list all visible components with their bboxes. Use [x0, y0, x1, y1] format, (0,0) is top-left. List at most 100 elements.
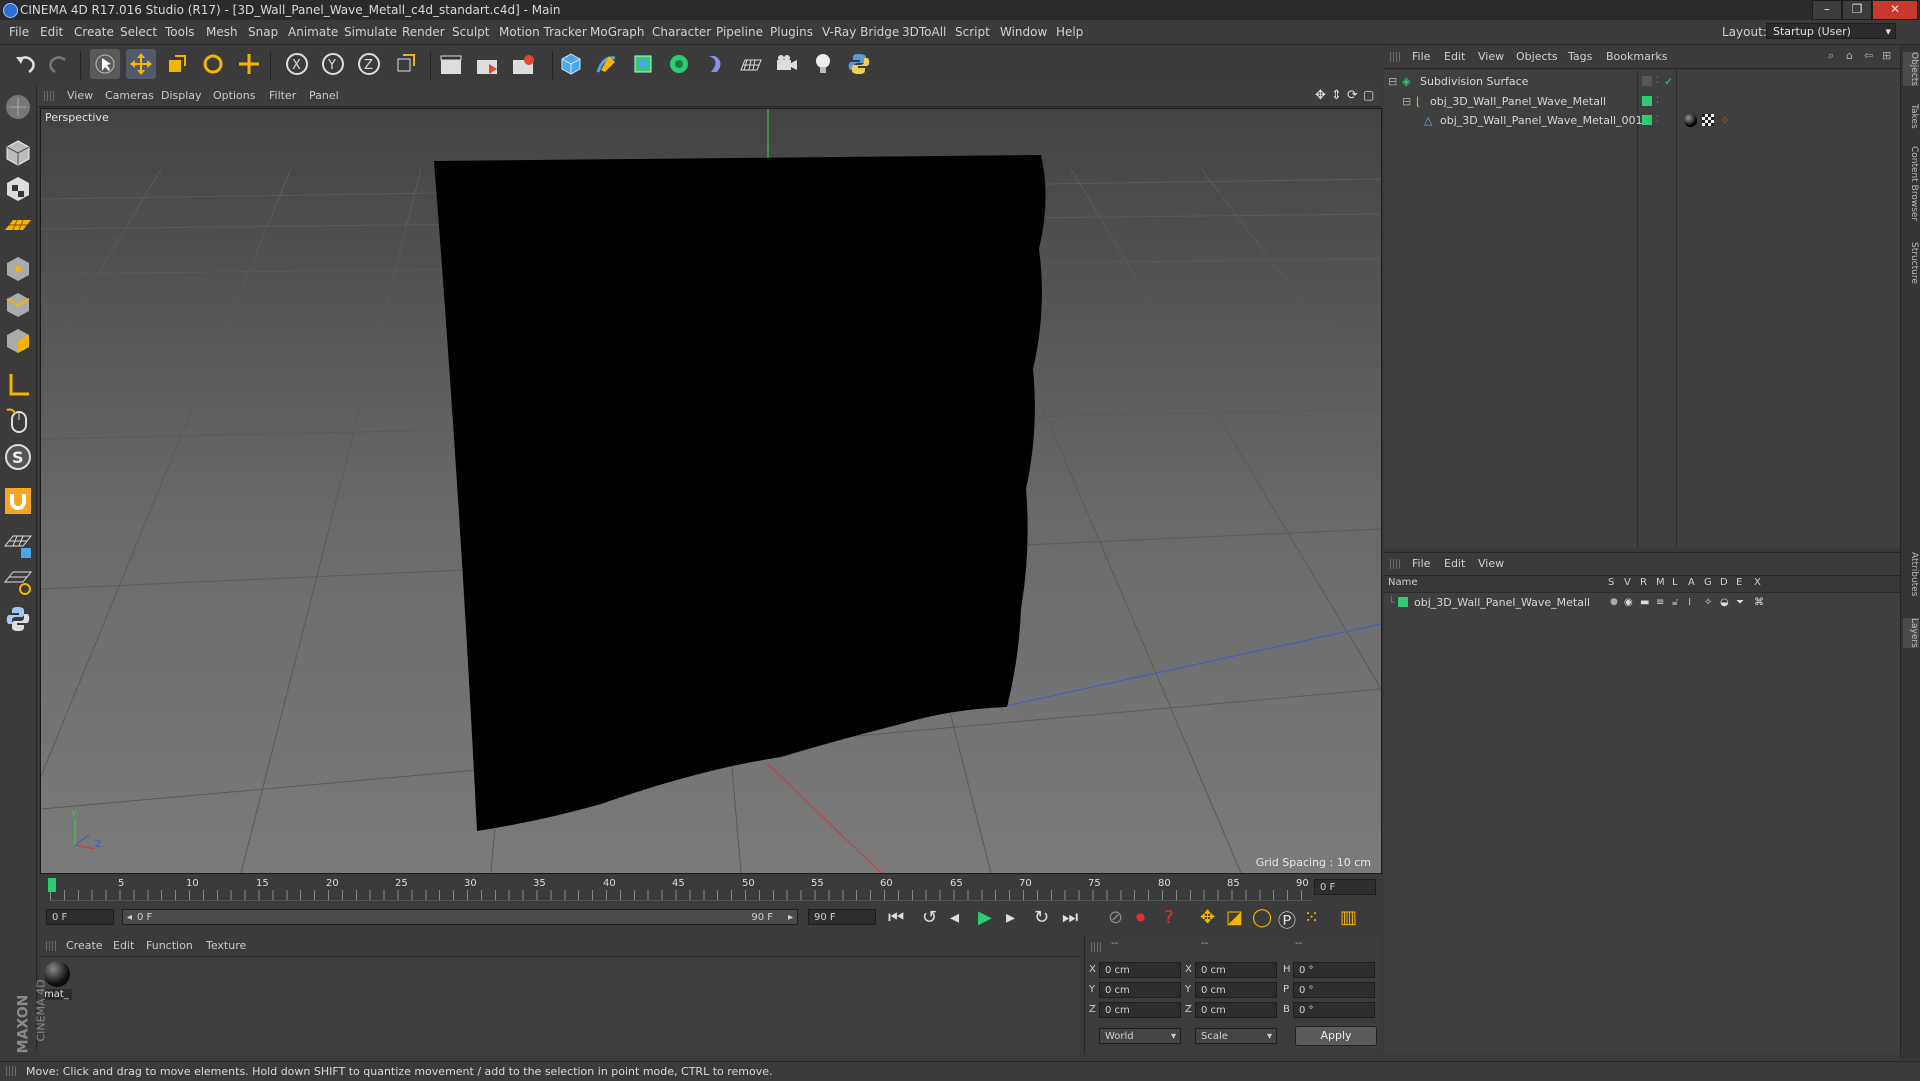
objects-menu-edit[interactable]: Edit: [1444, 50, 1465, 63]
layers-menu-view[interactable]: View: [1478, 557, 1504, 570]
previous-frame-icon[interactable]: ◂: [950, 907, 959, 928]
animation-toggle-icon[interactable]: ⁞: [1688, 593, 1691, 612]
layer-col-animation[interactable]: A: [1688, 577, 1695, 588]
minimize-button[interactable]: –: [1812, 0, 1842, 20]
menu-edit[interactable]: Edit: [40, 25, 63, 39]
menu-snap[interactable]: Snap: [248, 25, 278, 39]
render-settings-button[interactable]: [508, 49, 538, 79]
layer-col-view[interactable]: V: [1624, 577, 1631, 588]
play-icon[interactable]: ▶: [978, 907, 992, 928]
coordinate-mode-dropdown[interactable]: World ▾: [1099, 1028, 1181, 1044]
make-editable-button[interactable]: [3, 92, 33, 122]
viewport-menu-display[interactable]: Display: [161, 89, 202, 102]
render-toggle-icon[interactable]: ▬: [1640, 593, 1649, 612]
menu-create[interactable]: Create: [74, 25, 114, 39]
workplane-align-button[interactable]: [3, 566, 33, 596]
python-script-button[interactable]: [844, 49, 874, 79]
deformers-toggle-icon[interactable]: ◒: [1720, 593, 1729, 612]
restore-button[interactable]: ❐: [1842, 0, 1872, 20]
menu-script[interactable]: Script: [955, 25, 990, 39]
magnet-button[interactable]: [3, 486, 33, 516]
tab-content-browser[interactable]: Content Browser: [1903, 146, 1919, 221]
snapping-button[interactable]: S: [3, 442, 33, 472]
menu-pipeline[interactable]: Pipeline: [716, 25, 763, 39]
viewport-zoom-icon[interactable]: ⇕: [1331, 88, 1342, 103]
panel-grip-icon[interactable]: [1390, 559, 1400, 569]
add-deformer-button[interactable]: [700, 49, 730, 79]
enabled-check-icon[interactable]: ✓: [1664, 72, 1673, 91]
go-to-end-icon[interactable]: ⏭: [1062, 907, 1078, 928]
panel-grip-icon[interactable]: [1390, 52, 1400, 62]
manager-toggle-icon[interactable]: ≡: [1656, 593, 1664, 612]
layer-col-expressions[interactable]: E: [1736, 577, 1742, 588]
python-button[interactable]: [3, 604, 33, 634]
tweak-mode-button[interactable]: [3, 406, 33, 436]
objects-menu-objects[interactable]: Objects: [1516, 50, 1558, 63]
menu-mesh[interactable]: Mesh: [206, 25, 238, 39]
objects-menu-view[interactable]: View: [1478, 50, 1504, 63]
add-nurbs-button[interactable]: [628, 49, 658, 79]
menu-motion-tracker[interactable]: Motion Tracker: [499, 25, 587, 39]
record-keys-icon[interactable]: ⊘: [1108, 907, 1123, 928]
layer-col-locked[interactable]: L: [1672, 577, 1678, 588]
phong-tag-icon[interactable]: ⁘: [1720, 111, 1729, 130]
tab-takes[interactable]: Takes: [1903, 104, 1919, 129]
add-mograph-button[interactable]: [664, 49, 694, 79]
xref-toggle-icon[interactable]: ⌘: [1754, 593, 1764, 612]
viewport-rotate-icon[interactable]: ⟳: [1347, 88, 1358, 103]
position-x-field[interactable]: 0 cm: [1099, 962, 1181, 978]
undo-button[interactable]: [10, 49, 40, 79]
layout-dropdown[interactable]: Startup (User) ▾: [1766, 23, 1896, 39]
menu-animate[interactable]: Animate: [288, 25, 338, 39]
material-menu-function[interactable]: Function: [146, 939, 193, 952]
current-frame-field[interactable]: 0 F: [1314, 879, 1376, 895]
tab-attributes[interactable]: Attributes: [1903, 552, 1919, 596]
render-to-picture-viewer-button[interactable]: [472, 49, 502, 79]
size-y-field[interactable]: 0 cm: [1195, 982, 1277, 998]
edges-mode-button[interactable]: [3, 290, 33, 320]
tab-objects[interactable]: Objects: [1903, 52, 1919, 87]
scale-key-icon[interactable]: ◪: [1226, 907, 1243, 928]
wall-panel-object[interactable]: [434, 155, 1046, 831]
generators-toggle-icon[interactable]: ✧: [1704, 593, 1712, 612]
object-row-subdivision-surface[interactable]: ⊟ ◈ Subdivision Surface ⁚ ✓: [1384, 72, 1900, 91]
back-icon[interactable]: ⇦: [1864, 49, 1873, 62]
live-selection-button[interactable]: [90, 49, 120, 79]
timeline-window-icon[interactable]: ▥: [1340, 907, 1357, 928]
rotate-tool-button[interactable]: [198, 49, 228, 79]
expressions-toggle-icon[interactable]: ⏷: [1736, 593, 1744, 612]
material-menu-edit[interactable]: Edit: [113, 939, 134, 952]
transform-tool-button[interactable]: [234, 49, 264, 79]
y-axis-lock-button[interactable]: Y: [318, 49, 348, 79]
viewport-menu-filter[interactable]: Filter: [269, 89, 296, 102]
position-key-icon[interactable]: ✥: [1200, 907, 1215, 928]
texture-tag-icon[interactable]: [1702, 114, 1714, 126]
position-y-field[interactable]: 0 cm: [1099, 982, 1181, 998]
objects-menu-bookmarks[interactable]: Bookmarks: [1606, 50, 1667, 63]
lock-toggle-icon[interactable]: 🔓︎: [1672, 593, 1678, 612]
menu-render[interactable]: Render: [402, 25, 445, 39]
viewport-move-icon[interactable]: ✥: [1315, 88, 1326, 103]
coordinate-system-button[interactable]: [390, 49, 420, 79]
rotation-h-field[interactable]: 0 °: [1293, 962, 1375, 978]
menu-simulate[interactable]: Simulate: [344, 25, 397, 39]
frame-range-slider[interactable]: ◂ 0 F 90 F ▸: [122, 909, 798, 925]
apply-button[interactable]: Apply: [1295, 1026, 1377, 1046]
menu-sculpt[interactable]: Sculpt: [452, 25, 489, 39]
solo-toggle-icon[interactable]: ●: [1610, 593, 1618, 612]
material-menu-texture[interactable]: Texture: [206, 939, 246, 952]
menu-vray-bridge[interactable]: V-Ray Bridge: [822, 25, 899, 39]
redo-button[interactable]: [44, 49, 74, 79]
add-camera-button[interactable]: [772, 49, 802, 79]
go-to-next-key-icon[interactable]: ↻: [1034, 907, 1049, 928]
parameter-key-icon[interactable]: Ⓟ: [1278, 907, 1296, 933]
timeline-track[interactable]: 0 5 10 15 20 25 30 35 40 45 50 55 60 65 …: [48, 878, 1312, 901]
next-frame-icon[interactable]: ▸: [1006, 907, 1015, 928]
layer-col-render[interactable]: R: [1640, 577, 1647, 588]
menu-mograph[interactable]: MoGraph: [590, 25, 645, 39]
viewport-maximize-icon[interactable]: ▢: [1363, 88, 1374, 102]
render-view-button[interactable]: [436, 49, 466, 79]
tab-structure[interactable]: Structure: [1903, 242, 1919, 284]
panel-grip-icon[interactable]: [46, 941, 56, 951]
workplane-lock-button[interactable]: [3, 530, 33, 560]
